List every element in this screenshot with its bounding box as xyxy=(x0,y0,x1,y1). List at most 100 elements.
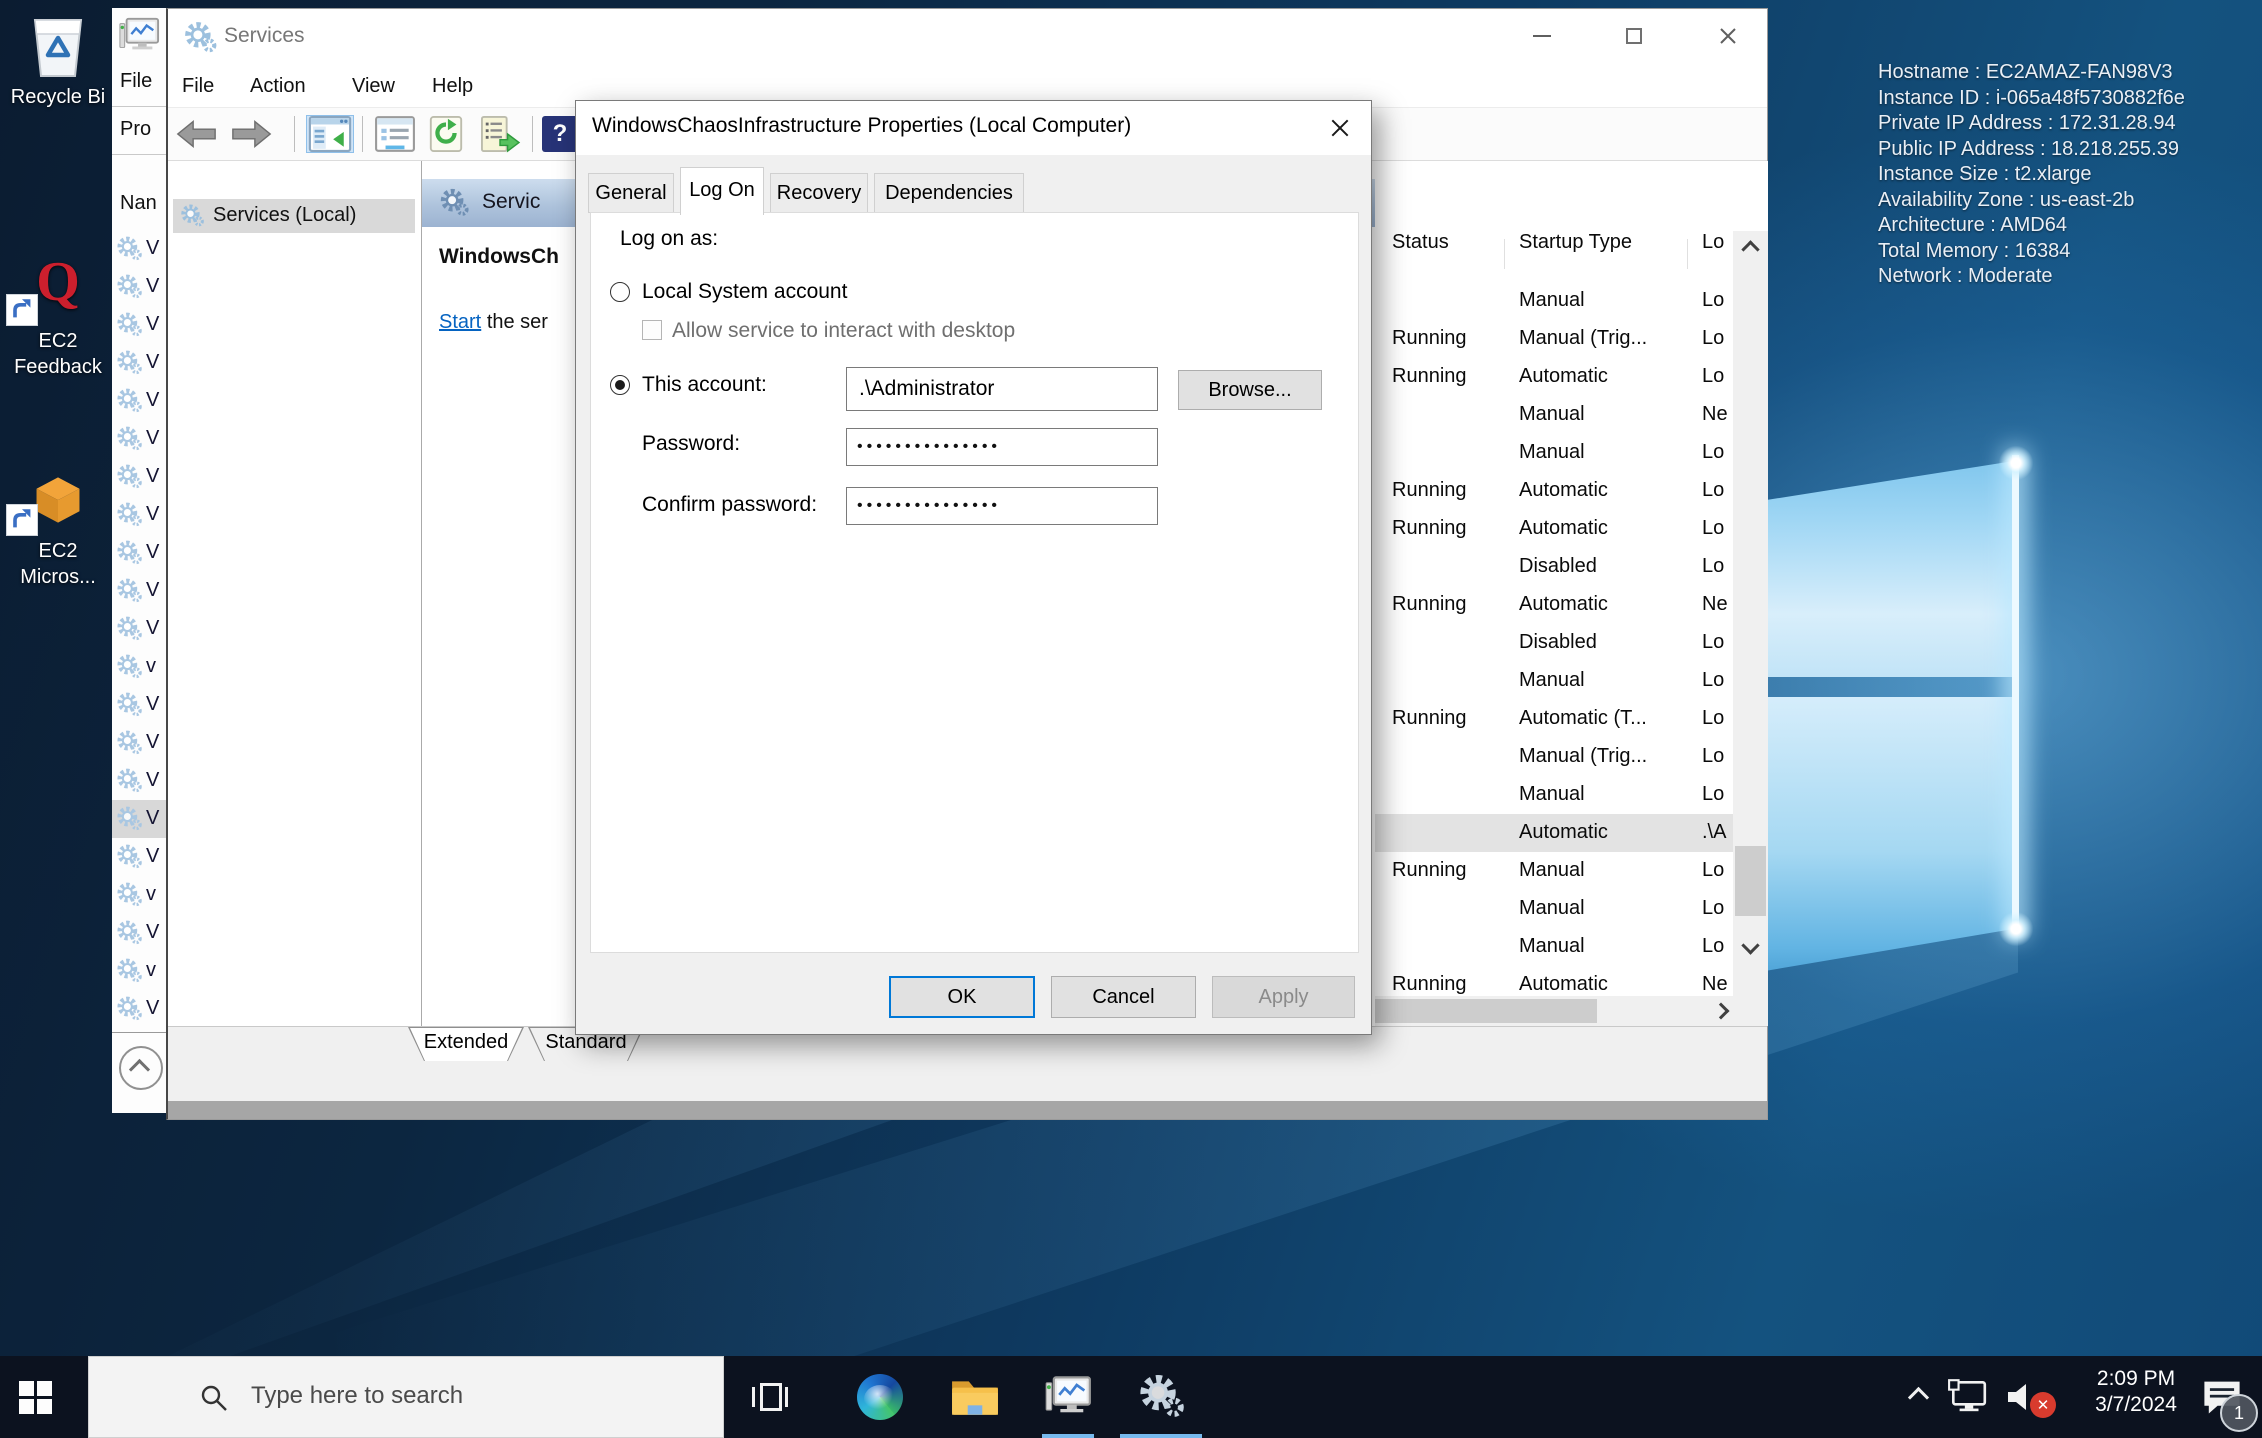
apply-button[interactable]: Apply xyxy=(1212,976,1355,1018)
service-row[interactable]: Manual Ne xyxy=(1375,396,1733,434)
service-row[interactable]: Disabled Lo xyxy=(1375,548,1733,586)
tree-item-services-local[interactable]: Services (Local) xyxy=(173,199,415,233)
scroll-right-button[interactable] xyxy=(1715,1004,1727,1022)
edge-button[interactable] xyxy=(850,1356,910,1438)
minimize-button[interactable] xyxy=(1520,19,1564,53)
dialog-title-bar[interactable]: WindowsChaosInfrastructure Properties (L… xyxy=(576,101,1371,155)
background-processes-label[interactable]: Pro xyxy=(120,118,151,141)
properties-button[interactable] xyxy=(374,115,416,153)
help-button[interactable]: ? xyxy=(542,116,578,152)
background-window[interactable]: File Pro Nan V V V V V xyxy=(112,8,168,1113)
tab-log-on[interactable]: Log On xyxy=(680,167,764,215)
vertical-scrollbar[interactable] xyxy=(1733,231,1768,996)
service-row[interactable]: Running Automatic Ne xyxy=(1375,966,1733,996)
background-service-row[interactable]: V xyxy=(112,610,168,648)
menu-help[interactable]: Help xyxy=(432,75,473,98)
tab-recovery[interactable]: Recovery xyxy=(770,173,868,213)
service-row[interactable]: Automatic .\A xyxy=(1375,814,1733,852)
background-service-row[interactable]: V xyxy=(112,572,168,610)
file-explorer-button[interactable] xyxy=(945,1356,1005,1438)
background-service-row[interactable]: V xyxy=(112,800,168,838)
close-button[interactable] xyxy=(1706,19,1750,53)
local-system-radio[interactable] xyxy=(610,282,630,302)
task-view-button[interactable] xyxy=(740,1356,800,1438)
service-row[interactable]: Running Automatic Ne xyxy=(1375,586,1733,624)
menu-action[interactable]: Action xyxy=(250,75,306,98)
search-input[interactable] xyxy=(249,1381,693,1411)
column-header-status[interactable]: Status xyxy=(1392,231,1449,254)
taskbar-clock[interactable]: 2:09 PM 3/7/2024 xyxy=(2072,1366,2200,1418)
forward-button[interactable] xyxy=(230,115,274,153)
refresh-button[interactable] xyxy=(426,115,466,153)
service-row[interactable]: Manual Lo xyxy=(1375,434,1733,472)
console-tree-toggle-button[interactable] xyxy=(306,115,354,153)
export-list-button[interactable] xyxy=(478,115,522,153)
allow-desktop-checkbox[interactable] xyxy=(642,320,662,340)
confirm-password-field[interactable]: ••••••••••••••• xyxy=(846,487,1158,525)
background-service-row[interactable]: V xyxy=(112,534,168,572)
background-service-row[interactable]: v xyxy=(112,952,168,990)
scrollbar-thumb[interactable] xyxy=(1735,846,1766,916)
background-service-row[interactable]: V xyxy=(112,268,168,306)
back-button[interactable] xyxy=(174,115,218,153)
service-row[interactable]: Running Manual (Trig... Lo xyxy=(1375,320,1733,358)
service-row[interactable]: Running Automatic (T... Lo xyxy=(1375,700,1733,738)
background-service-row[interactable]: V xyxy=(112,382,168,420)
background-service-row[interactable]: V xyxy=(112,990,168,1028)
scroll-up-button[interactable] xyxy=(1733,231,1768,263)
this-account-radio[interactable] xyxy=(610,375,630,395)
background-service-row[interactable]: V xyxy=(112,762,168,800)
background-service-row[interactable]: V xyxy=(112,458,168,496)
menu-view[interactable]: View xyxy=(352,75,395,98)
performance-monitor-taskbar-button[interactable] xyxy=(1038,1356,1098,1438)
account-field[interactable] xyxy=(846,367,1158,411)
service-row[interactable]: Manual Lo xyxy=(1375,890,1733,928)
menu-file[interactable]: File xyxy=(182,75,214,98)
background-service-row[interactable]: v xyxy=(112,876,168,914)
cancel-button[interactable]: Cancel xyxy=(1051,976,1196,1018)
background-service-row[interactable]: V xyxy=(112,724,168,762)
background-service-row[interactable]: V xyxy=(112,496,168,534)
column-header-startup-type[interactable]: Startup Type xyxy=(1519,231,1632,254)
password-field[interactable]: ••••••••••••••• xyxy=(846,428,1158,466)
service-row[interactable]: Manual Lo xyxy=(1375,282,1733,320)
desktop-icon-recycle-bin[interactable]: Recycle Bi xyxy=(0,8,116,110)
collapse-up-button[interactable] xyxy=(119,1046,163,1090)
service-row[interactable]: Disabled Lo xyxy=(1375,624,1733,662)
service-row[interactable]: Manual Lo xyxy=(1375,928,1733,966)
account-input[interactable] xyxy=(857,376,1147,402)
tray-expand-button[interactable] xyxy=(1896,1356,1940,1438)
background-service-row[interactable]: v xyxy=(112,648,168,686)
background-service-row[interactable]: V xyxy=(112,306,168,344)
ok-button[interactable]: OK xyxy=(889,976,1035,1018)
scroll-down-button[interactable] xyxy=(1733,931,1768,963)
services-taskbar-button[interactable] xyxy=(1128,1356,1194,1438)
service-row[interactable]: Running Manual Lo xyxy=(1375,852,1733,890)
background-service-row[interactable]: V xyxy=(112,344,168,382)
column-header-log-on-as[interactable]: Lo xyxy=(1702,231,1724,254)
maximize-button[interactable] xyxy=(1612,19,1656,53)
taskbar-search[interactable] xyxy=(88,1356,724,1438)
tab-general[interactable]: General xyxy=(588,173,674,213)
horizontal-scrollbar[interactable] xyxy=(1375,996,1733,1026)
service-row[interactable]: Running Automatic Lo xyxy=(1375,358,1733,396)
background-service-row[interactable]: V xyxy=(112,838,168,876)
dialog-close-button[interactable] xyxy=(1323,111,1357,145)
tab-extended[interactable]: Extended xyxy=(408,1027,524,1061)
background-service-row[interactable]: V xyxy=(112,420,168,458)
tab-dependencies[interactable]: Dependencies xyxy=(874,173,1024,213)
notification-count-badge[interactable]: 1 xyxy=(2220,1394,2258,1432)
background-file-menu[interactable]: File xyxy=(120,70,152,93)
start-button[interactable] xyxy=(0,1356,70,1438)
browse-button[interactable]: Browse... xyxy=(1178,370,1322,410)
service-row[interactable]: Running Automatic Lo xyxy=(1375,510,1733,548)
scrollbar-thumb[interactable] xyxy=(1375,999,1597,1023)
network-tray-icon[interactable] xyxy=(1942,1356,1994,1438)
volume-tray-icon[interactable]: ✕ xyxy=(1996,1356,2052,1438)
service-row[interactable]: Manual Lo xyxy=(1375,662,1733,700)
background-name-column-header[interactable]: Nan xyxy=(120,192,157,215)
desktop-icon-ec2-feedback[interactable]: Q EC2 Feedback xyxy=(0,252,116,380)
background-service-row[interactable]: V xyxy=(112,914,168,952)
start-service-link[interactable]: Start xyxy=(439,311,481,333)
background-service-row[interactable]: V xyxy=(112,686,168,724)
